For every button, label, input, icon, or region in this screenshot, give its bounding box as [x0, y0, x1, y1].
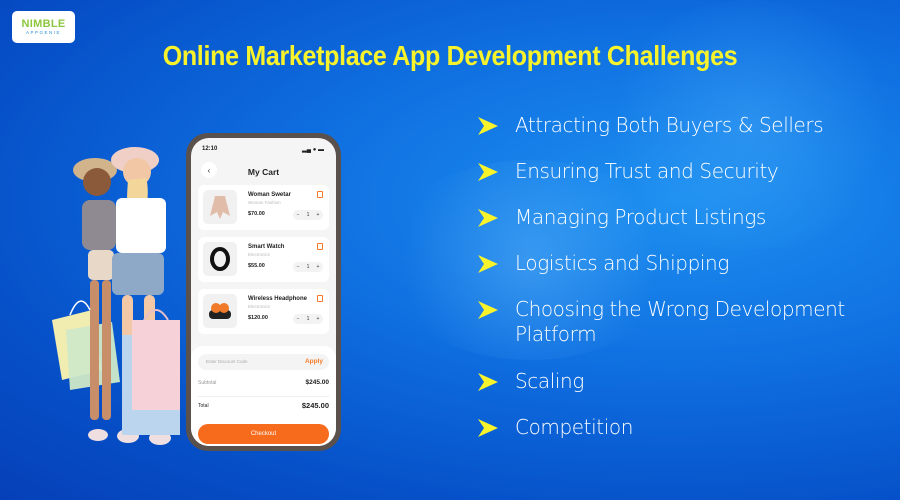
quantity-stepper[interactable]: − 1 + — [293, 210, 323, 220]
arrow-bullet-icon — [478, 373, 498, 391]
checkout-panel: Enter Discount Code Apply Subtotal $245.… — [191, 346, 336, 446]
total-row: Total $245.00 — [198, 401, 329, 410]
minus-button[interactable]: − — [297, 264, 300, 270]
item-price: $120.00 — [248, 315, 268, 321]
subtotal-label: Subtotal — [198, 379, 217, 386]
white-top — [116, 198, 166, 253]
item-category: Electronics — [248, 304, 271, 309]
shopping-bag — [132, 320, 180, 410]
list-item: Choosing the Wrong Development Platform — [476, 297, 856, 347]
cart-item[interactable]: Smart Watch Electronics $55.00 − 1 + — [198, 237, 329, 282]
striped-top — [82, 200, 116, 250]
sweater-image — [203, 190, 237, 224]
quantity-stepper[interactable]: − 1 + — [293, 262, 323, 272]
list-item: Managing Product Listings — [476, 205, 766, 230]
challenge-text: Ensuring Trust and Security — [515, 159, 779, 183]
challenge-text: Attracting Both Buyers & Sellers — [515, 113, 824, 137]
status-bar: 12:10 ▂▄ ● ▬ — [202, 146, 324, 153]
divider — [198, 396, 329, 397]
logo-wordmark: NIMBLE — [21, 17, 66, 30]
challenge-text: Scaling — [515, 369, 584, 393]
quantity-value: 1 — [306, 264, 310, 270]
minus-button[interactable]: − — [297, 212, 300, 218]
sneaker — [88, 429, 108, 441]
challenge-text: Logistics and Shipping — [515, 251, 729, 275]
status-time: 12:10 — [202, 146, 218, 152]
total-value: $245.00 — [301, 401, 329, 410]
discount-placeholder: Enter Discount Code — [206, 359, 248, 364]
arrow-bullet-icon — [478, 301, 498, 319]
item-name: Wireless Headphone — [248, 296, 307, 302]
total-label: Total — [198, 402, 209, 409]
cart-item[interactable]: Wireless Headphone Electronics $120.00 −… — [198, 289, 329, 334]
item-category: Electronics — [248, 252, 271, 257]
head — [83, 168, 111, 196]
item-price: $55.00 — [248, 263, 265, 269]
item-category: Woman Fashion — [248, 200, 281, 205]
item-name: Woman Swetar — [248, 192, 291, 198]
brand-logo: NIMBLE APPGENIE — [12, 11, 75, 43]
plus-button[interactable]: + — [317, 212, 320, 218]
trash-icon[interactable] — [317, 191, 323, 198]
item-price: $70.00 — [248, 211, 265, 217]
arrow-bullet-icon — [478, 255, 498, 273]
cart-title: My Cart — [247, 167, 280, 177]
list-item: Logistics and Shipping — [476, 251, 729, 276]
arrow-bullet-icon — [478, 163, 498, 181]
arrow-bullet-icon — [478, 117, 498, 135]
challenge-text: Managing Product Listings — [515, 205, 766, 229]
checkout-button[interactable]: Checkout — [198, 424, 329, 444]
list-item: Ensuring Trust and Security — [476, 159, 779, 184]
challenge-text: Choosing the Wrong Development Platform — [515, 297, 845, 346]
cart-screen: 12:10 ▂▄ ● ▬ ‹ My Cart Woman Swetar Woma… — [191, 138, 336, 446]
challenge-text: Competition — [515, 415, 633, 439]
plus-button[interactable]: + — [317, 264, 320, 270]
trash-icon[interactable] — [317, 295, 323, 302]
trash-icon[interactable] — [317, 243, 323, 250]
subtotal-value: $245.00 — [305, 379, 330, 386]
apply-button[interactable]: Apply — [305, 358, 323, 365]
signal-wifi-battery-icon: ▂▄ ● ▬ — [302, 147, 324, 153]
arrow-bullet-icon — [478, 209, 498, 227]
list-item: Scaling — [476, 369, 584, 394]
headphone-image — [203, 294, 237, 328]
cart-item[interactable]: Woman Swetar Woman Fashion $70.00 − 1 + — [198, 185, 329, 230]
minus-button[interactable]: − — [297, 316, 300, 322]
plus-button[interactable]: + — [317, 316, 320, 322]
denim-shorts — [112, 253, 164, 295]
subtotal-row: Subtotal $245.00 — [198, 379, 329, 386]
page-title: Online Marketplace App Development Chall… — [162, 40, 738, 72]
logo-subtitle: APPGENIE — [25, 29, 61, 35]
list-item: Competition — [476, 415, 633, 440]
item-name: Smart Watch — [248, 244, 285, 250]
arrow-bullet-icon — [478, 419, 498, 437]
list-item: Attracting Both Buyers & Sellers — [476, 113, 824, 138]
quantity-stepper[interactable]: − 1 + — [293, 314, 323, 324]
phone-mockup: 12:10 ▂▄ ● ▬ ‹ My Cart Woman Swetar Woma… — [186, 133, 341, 451]
discount-code-input[interactable]: Enter Discount Code Apply — [198, 354, 329, 370]
quantity-value: 1 — [306, 212, 310, 218]
quantity-value: 1 — [306, 316, 310, 322]
smartwatch-image — [203, 242, 237, 276]
